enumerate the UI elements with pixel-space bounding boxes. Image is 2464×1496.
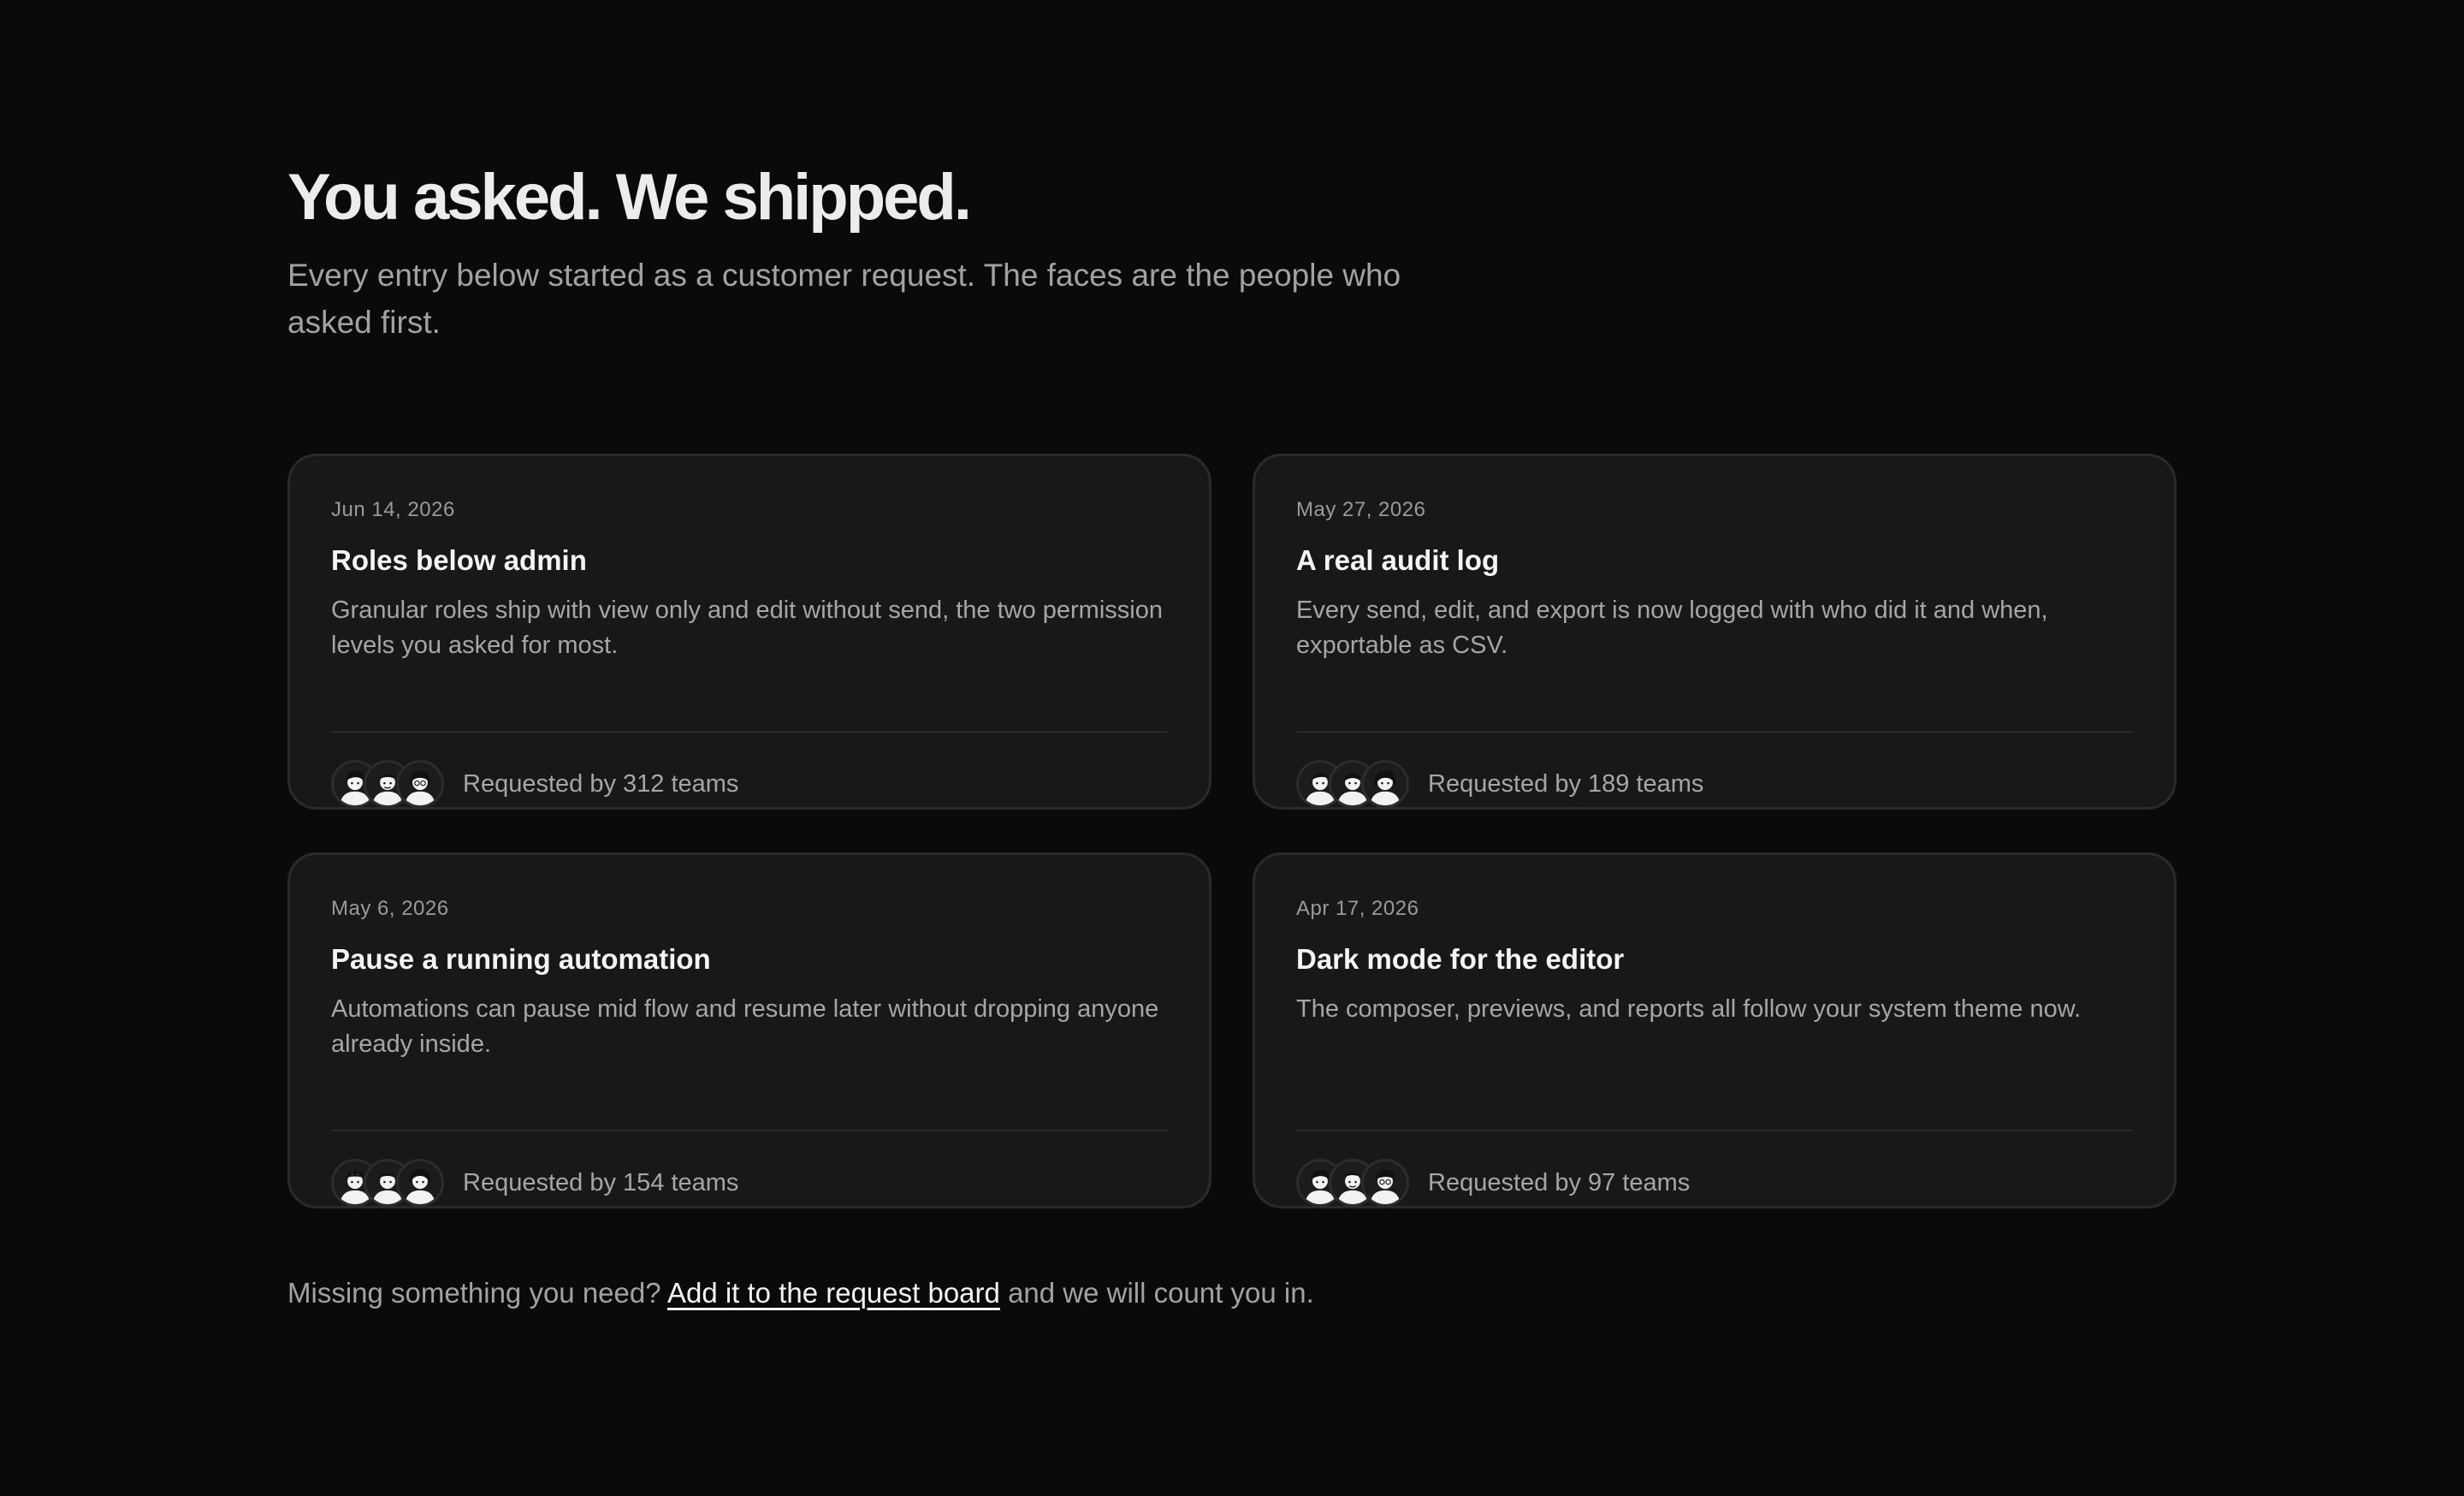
requesters-row: Requested by 312 teams [331,757,738,810]
requested-count: Requested by 189 teams [1428,769,1704,798]
cta-prefix: Missing something you need? [287,1277,661,1309]
feature-title: A real audit log [1296,544,1500,576]
page-title: You asked. We shipped. [287,161,972,234]
feature-description: The composer, previews, and reports all … [1296,995,2082,1023]
feature-date: Apr 17, 2026 [1296,897,1419,920]
page-subtitle: Every entry below started as a customer … [287,258,1401,340]
person-avatar-icon [396,760,444,808]
feature-date: Jun 14, 2026 [331,498,455,521]
cta-suffix: and we will count you in. [1008,1277,1314,1309]
card-divider [1296,1130,2133,1131]
feature-card: May 6, 2026 Pause a running automation A… [287,852,1211,1208]
feature-title: Pause a running automation [331,943,711,975]
feature-card: Jun 14, 2026 Roles below admin Granular … [287,454,1211,810]
card-divider [331,731,1168,733]
avatar-stack [331,757,444,810]
person-avatar-icon [396,1159,444,1207]
requesters-row: Requested by 97 teams [1296,1156,1690,1209]
requesters-row: Requested by 189 teams [1296,757,1703,810]
shipped-features-grid: Jun 14, 2026 Roles below admin Granular … [287,454,2178,1212]
person-avatar-icon [1361,760,1409,808]
feature-description: Automations can pause mid flow and resum… [331,995,1159,1058]
feature-description: Every send, edit, and export is now logg… [1296,597,2048,659]
card-divider [1296,731,2133,733]
request-board-link[interactable]: Add it to the request board [667,1277,1000,1309]
feature-description: Granular roles ship with view only and e… [331,597,1163,659]
feature-card: May 27, 2026 A real audit log Every send… [1253,454,2177,810]
request-cta: Missing something you need? Add it to th… [287,1275,2178,1311]
person-avatar-icon [1361,1159,1409,1207]
requesters-row: Requested by 154 teams [331,1156,738,1209]
card-divider [331,1130,1168,1131]
requested-count: Requested by 312 teams [463,769,739,798]
feature-title: Roles below admin [331,544,587,576]
avatar-stack [331,1156,444,1209]
changelog-page: You asked. We shipped. Every entry below… [287,159,2178,1339]
feature-card: Apr 17, 2026 Dark mode for the editor Th… [1253,852,2177,1208]
avatar-stack [1296,1156,1409,1209]
feature-title: Dark mode for the editor [1296,943,1625,975]
feature-date: May 6, 2026 [331,897,449,920]
requested-count: Requested by 97 teams [1428,1168,1691,1196]
feature-date: May 27, 2026 [1296,498,1426,521]
avatar-stack [1296,757,1409,810]
requested-count: Requested by 154 teams [463,1168,739,1196]
